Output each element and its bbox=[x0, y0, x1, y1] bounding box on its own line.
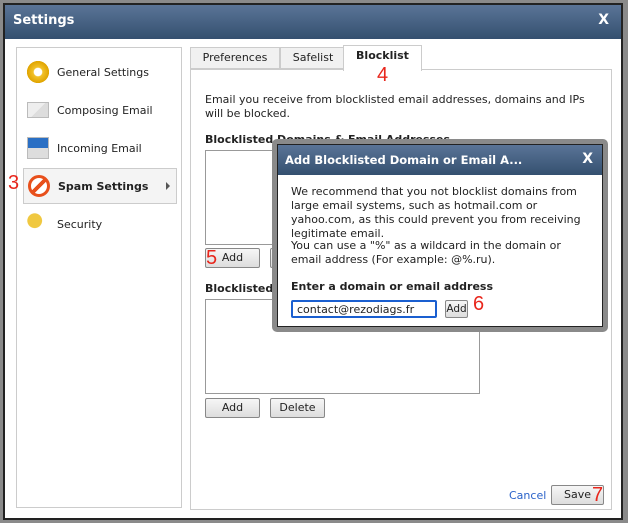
dialog-warning-text: We recommend that you not blocklist doma… bbox=[291, 185, 581, 240]
sidebar-item-label: Security bbox=[57, 217, 103, 231]
field-label: Enter a domain or email address bbox=[291, 280, 493, 293]
add-blocklist-dialog: Add Blocklisted Domain or Email A... X W… bbox=[277, 144, 603, 327]
title-bar: Settings X bbox=[5, 5, 621, 39]
annotation-3: 3 bbox=[8, 172, 20, 194]
key-icon bbox=[27, 213, 49, 235]
annotation-7: 7 bbox=[592, 484, 604, 506]
sidebar-item-composing-email[interactable]: Composing Email bbox=[23, 92, 177, 128]
close-button[interactable]: X bbox=[598, 12, 609, 28]
dialog-title: Add Blocklisted Domain or Email A... bbox=[285, 153, 523, 167]
annotation-5: 5 bbox=[206, 247, 218, 269]
annotation-6: 6 bbox=[473, 293, 485, 315]
sidebar-item-general-settings[interactable]: General Settings bbox=[23, 54, 177, 90]
tab-preferences[interactable]: Preferences bbox=[190, 47, 280, 69]
dialog-add-button[interactable]: Add bbox=[445, 300, 468, 318]
sidebar-item-label: Incoming Email bbox=[57, 141, 142, 155]
sidebar-item-label: Composing Email bbox=[57, 103, 153, 117]
annotation-4: 4 bbox=[377, 64, 389, 86]
pencil-envelope-icon bbox=[27, 102, 49, 118]
tab-safelist[interactable]: Safelist bbox=[280, 47, 346, 69]
add-ip-button[interactable]: Add bbox=[205, 398, 260, 418]
dialog-title-bar: Add Blocklisted Domain or Email A... X bbox=[278, 145, 602, 175]
chevron-right-icon bbox=[166, 182, 170, 190]
delete-ip-button[interactable]: Delete bbox=[270, 398, 325, 418]
sidebar-item-label: General Settings bbox=[57, 65, 149, 79]
gear-icon bbox=[27, 61, 49, 83]
window-title: Settings bbox=[13, 13, 75, 28]
no-entry-icon bbox=[28, 175, 50, 197]
sidebar-item-incoming-email[interactable]: Incoming Email bbox=[23, 130, 177, 166]
dialog-close-button[interactable]: X bbox=[582, 151, 593, 167]
sidebar-item-spam-settings[interactable]: Spam Settings bbox=[23, 168, 177, 204]
intro-text: Email you receive from blocklisted email… bbox=[205, 93, 585, 120]
domain-email-input[interactable]: contact@rezodiags.fr bbox=[291, 300, 437, 318]
sidebar-item-security[interactable]: Security bbox=[23, 206, 177, 242]
sidebar: General Settings Composing Email Incomin… bbox=[16, 47, 182, 508]
dialog-wildcard-text: You can use a "%" as a wildcard in the d… bbox=[291, 239, 561, 266]
sidebar-item-label: Spam Settings bbox=[58, 179, 149, 193]
cancel-link[interactable]: Cancel bbox=[509, 489, 546, 502]
incoming-envelope-icon bbox=[27, 137, 49, 159]
